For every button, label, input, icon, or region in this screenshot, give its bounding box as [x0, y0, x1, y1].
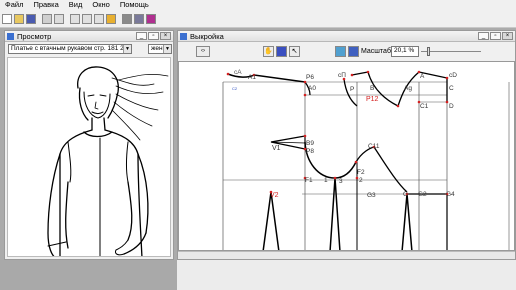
point-label: P6 [306, 74, 314, 81]
layer-icon[interactable] [122, 13, 132, 24]
scale-value: 20,1 [394, 47, 407, 54]
point-label: cA [234, 69, 242, 76]
chevron-down-icon[interactable]: ▼ [123, 45, 131, 53]
point-label: C [449, 85, 454, 92]
point-label: G2 [418, 191, 427, 198]
menu-help[interactable]: Помощь [115, 0, 154, 10]
new-file-icon[interactable] [2, 13, 12, 24]
point-label: V1 [272, 145, 281, 152]
open-folder-icon[interactable] [14, 13, 24, 24]
paste-icon[interactable] [94, 13, 104, 24]
scale-unit: % [408, 47, 415, 54]
point-label: Ag [404, 85, 412, 92]
pattern-title: Выкройка [190, 31, 224, 41]
model-select[interactable]: Платье с втачным рукавом стр. 181 225 ▼ [8, 44, 132, 54]
measure-icon[interactable] [134, 13, 144, 24]
point-label: D [449, 103, 454, 110]
copy-icon[interactable] [82, 13, 92, 24]
point-label: P [350, 86, 354, 93]
point-label: cП [338, 72, 346, 79]
pattern-titlebar[interactable]: Выкройка _ ▫ × [178, 31, 515, 42]
mdi-background-left [0, 260, 177, 290]
window-icon [180, 32, 187, 40]
pattern-drawing[interactable]: cA A1 P6 cП A cD P P12 A0 B C Ag C1 D V1… [179, 62, 515, 251]
horizontal-scrollbar[interactable] [178, 251, 515, 259]
chevron-down-icon[interactable]: ▼ [163, 45, 171, 53]
point-label: C11 [368, 143, 380, 150]
point-label: V2 [270, 192, 279, 199]
zoom-box-icon[interactable] [276, 46, 287, 57]
pattern-window: Выкройка _ ▫ × ‹› ✋ ↖ Масштаб 20,1 % cA … [177, 30, 516, 260]
hand-tool-icon[interactable]: ✋ [263, 46, 274, 57]
point-label: F2 [357, 169, 365, 176]
point-label: C1 [420, 103, 429, 110]
pointer-icon[interactable]: ↖ [289, 46, 300, 57]
point-label: 2 [359, 177, 363, 184]
layers-icon[interactable] [335, 46, 346, 57]
gender-select-value: жен [151, 45, 163, 52]
menu-edit[interactable]: Правка [28, 0, 63, 10]
point-label: F1 [305, 177, 313, 184]
point-label: 3 [339, 178, 343, 185]
point-label: cD [449, 72, 457, 79]
point-label: A1 [248, 74, 256, 81]
expand-arrows-icon[interactable]: ‹› [196, 46, 210, 57]
minimize-button[interactable]: _ [478, 32, 489, 40]
point-label: P12 [366, 96, 379, 103]
close-button[interactable]: × [160, 32, 171, 40]
palette-icon[interactable] [146, 13, 156, 24]
point-label: P8 [306, 148, 314, 155]
minimize-button[interactable]: _ [136, 32, 147, 40]
scale-slider[interactable] [421, 51, 481, 52]
menu-window[interactable]: Окно [87, 0, 114, 10]
point-label: A [420, 73, 425, 80]
point-label: G4 [446, 191, 455, 198]
maximize-button[interactable]: ▫ [148, 32, 159, 40]
save-icon[interactable] [26, 13, 36, 24]
close-button[interactable]: × [502, 32, 513, 40]
maximize-button[interactable]: ▫ [490, 32, 501, 40]
preview-title: Просмотр [17, 31, 52, 41]
menu-file[interactable]: Файл [0, 0, 28, 10]
pattern-canvas[interactable]: cA A1 P6 cП A cD P P12 A0 B C Ag C1 D V1… [178, 61, 515, 251]
window-icon [7, 32, 14, 40]
fashion-sketch [47, 66, 169, 256]
preview-titlebar[interactable]: Просмотр _ ▫ × [5, 31, 173, 42]
point-label: C2 [232, 86, 238, 91]
menu-view[interactable]: Вид [64, 0, 88, 10]
grid-view-icon[interactable] [348, 46, 359, 57]
scale-slider-thumb[interactable] [427, 47, 430, 56]
model-select-value: Платье с втачным рукавом стр. 181 225 [11, 45, 131, 52]
point-label: G [403, 191, 408, 198]
mdi-background-right [177, 260, 516, 290]
main-toolbar [0, 10, 516, 28]
scale-input[interactable]: 20,1 % [391, 46, 419, 57]
grid-icon[interactable] [106, 13, 116, 24]
menu-bar: Файл Правка Вид Окно Помощь [0, 0, 516, 10]
point-label: 1 [324, 177, 328, 184]
scale-label: Масштаб [361, 48, 391, 55]
gender-select[interactable]: жен ▼ [148, 44, 172, 54]
point-label: G3 [367, 192, 376, 199]
point-label: B [370, 85, 374, 92]
point-label: A0 [308, 85, 316, 92]
preview-canvas [7, 57, 171, 257]
print-icon[interactable] [42, 13, 52, 24]
point-label: B9 [306, 140, 314, 147]
print-preview-icon[interactable] [54, 13, 64, 24]
preview-window: Просмотр _ ▫ × Платье с втачным рукавом … [4, 30, 174, 260]
cut-icon[interactable] [70, 13, 80, 24]
